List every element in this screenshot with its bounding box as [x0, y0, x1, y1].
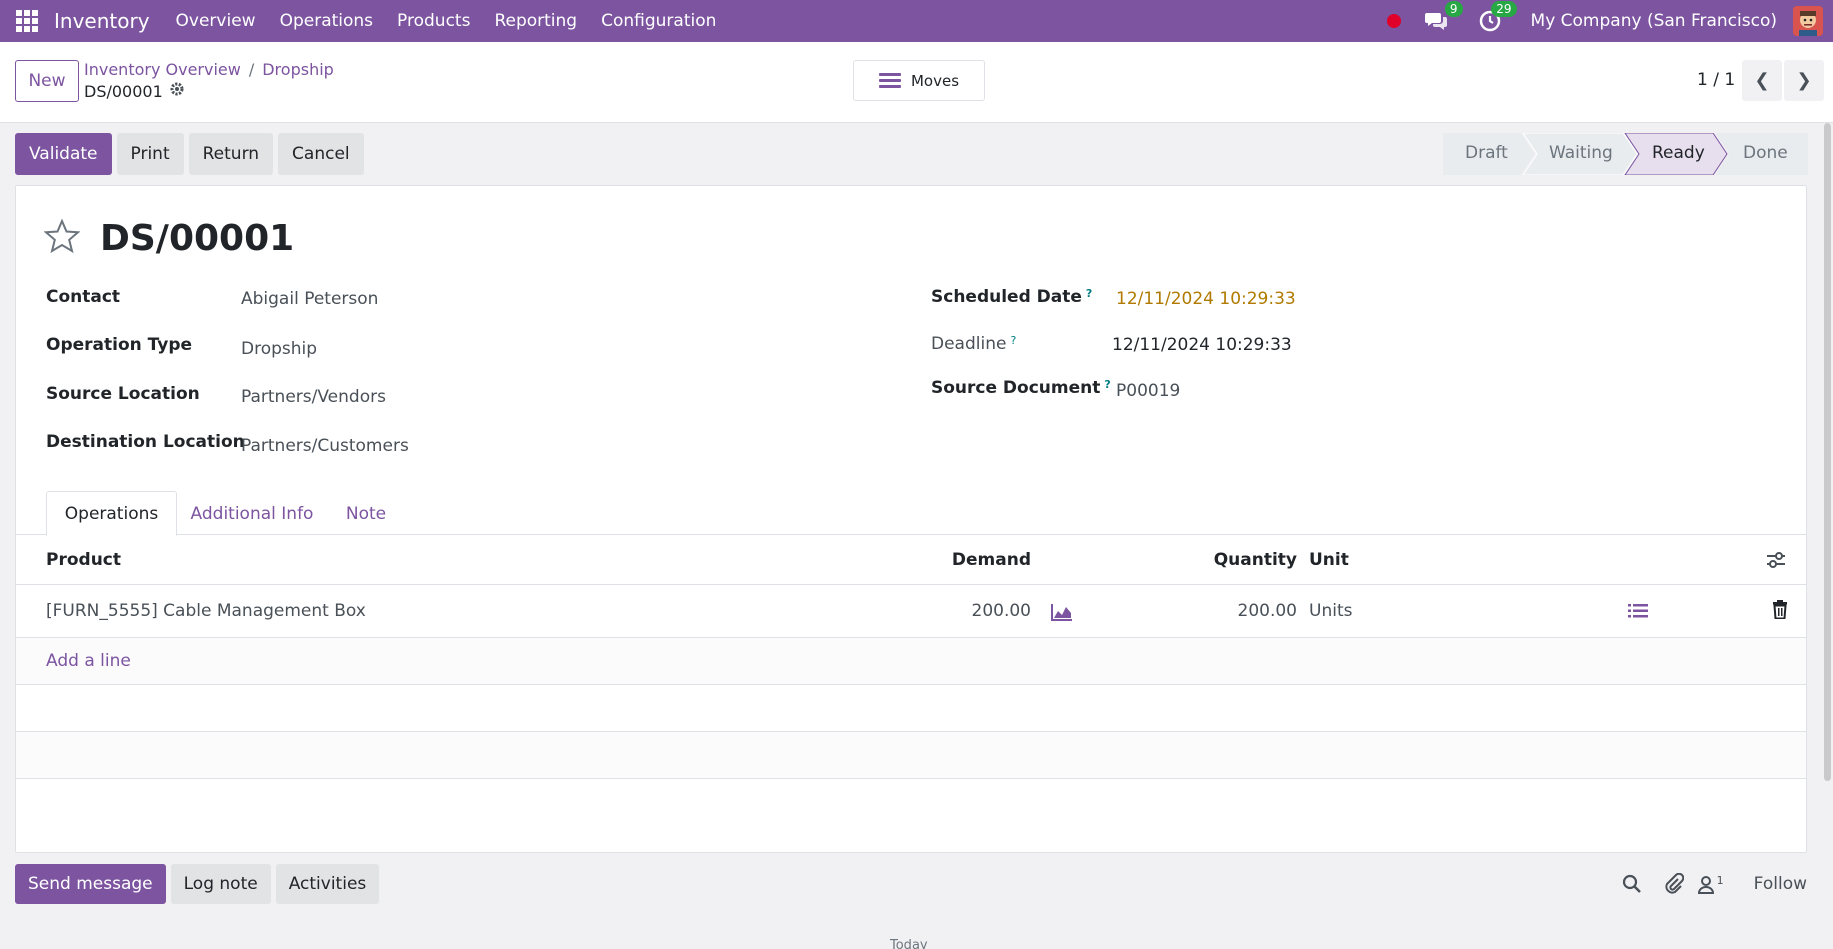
form-sheet: DS/00001 Contact Abigail Peterson Operat…: [15, 185, 1807, 853]
optional-columns-icon[interactable]: [1766, 551, 1786, 569]
scheduled-date-label: Scheduled Date?: [931, 287, 1093, 307]
operation-type-label: Operation Type: [46, 335, 193, 355]
column-quantity[interactable]: Quantity: [1214, 550, 1297, 570]
stage-draft-label: Draft: [1465, 143, 1508, 163]
search-icon[interactable]: [1622, 874, 1642, 894]
detailed-operations-icon[interactable]: [1628, 603, 1648, 619]
empty-row: [16, 732, 1806, 779]
source-location-label: Source Location: [46, 384, 200, 404]
send-message-button[interactable]: Send message: [15, 864, 166, 904]
app-brand[interactable]: Inventory: [54, 9, 150, 33]
deadline-field[interactable]: 12/11/2024 10:29:33: [1112, 335, 1292, 355]
list-icon: [878, 70, 901, 91]
table-header: Product Demand Quantity Unit: [16, 535, 1806, 585]
messages-badge: 9: [1444, 1, 1463, 17]
scrollbar[interactable]: [1824, 123, 1831, 781]
trash-icon[interactable]: [1772, 600, 1788, 619]
gear-icon[interactable]: [169, 81, 185, 101]
source-location-field[interactable]: Partners/Vendors: [241, 387, 386, 407]
breadcrumb-record-name: DS/00001: [84, 81, 163, 101]
column-unit[interactable]: Unit: [1309, 550, 1349, 570]
scheduled-date-field[interactable]: 12/11/2024 10:29:33: [1116, 289, 1296, 309]
chevron-left-icon: ❮: [1754, 70, 1770, 91]
star-icon[interactable]: [44, 219, 80, 253]
pager-previous-button[interactable]: ❮: [1742, 60, 1782, 101]
row-unit[interactable]: Units: [1309, 601, 1352, 621]
add-line-row: Add a line: [16, 638, 1806, 685]
notebook-tabs: Operations Additional Info Note: [16, 491, 1806, 536]
return-button[interactable]: Return: [188, 133, 274, 175]
chevron-right-icon: ❯: [1796, 70, 1812, 91]
breadcrumb-current: DS/00001: [84, 81, 185, 101]
stage-ready-label: Ready: [1652, 143, 1705, 163]
follow-button[interactable]: Follow: [1754, 874, 1807, 894]
contact-label: Contact: [46, 287, 121, 307]
company-switcher[interactable]: My Company (San Francisco): [1531, 11, 1777, 31]
tab-additional-info[interactable]: Additional Info: [182, 491, 322, 536]
user-avatar[interactable]: [1793, 6, 1823, 36]
breadcrumb-inventory-overview[interactable]: Inventory Overview: [84, 60, 241, 79]
column-demand[interactable]: Demand: [952, 550, 1031, 570]
chat-bubbles-icon: [1424, 13, 1447, 30]
control-panel: New Inventory Overview / Dropship DS/00001…: [0, 42, 1833, 123]
user-icon: [1697, 876, 1714, 894]
top-navbar: Inventory Overview Operations Products R…: [0, 0, 1833, 42]
paperclip-icon[interactable]: [1664, 873, 1684, 895]
menu-configuration[interactable]: Configuration: [601, 11, 716, 31]
recording-indicator-icon[interactable]: [1386, 14, 1401, 28]
header-buttons: Validate Print Return Cancel: [15, 133, 369, 175]
user-face-icon: [1793, 6, 1823, 36]
help-icon[interactable]: ?: [1086, 287, 1092, 300]
log-note-button[interactable]: Log note: [170, 864, 271, 904]
deadline-label: Deadline?: [931, 334, 1017, 354]
stage-done-label: Done: [1743, 143, 1788, 163]
activities-button[interactable]: Activities: [275, 864, 380, 904]
destination-location-label: Destination Location: [46, 432, 245, 452]
cancel-button[interactable]: Cancel: [278, 133, 364, 175]
menu-products[interactable]: Products: [397, 11, 470, 31]
row-quantity[interactable]: 200.00: [1238, 601, 1297, 621]
chatter-topbar-right: 1 Follow: [1622, 872, 1833, 896]
forecast-chart-icon[interactable]: [1051, 603, 1073, 621]
row-demand[interactable]: 200.00: [972, 601, 1031, 621]
source-document-label: Source Document?: [931, 378, 1111, 398]
messaging-button[interactable]: 9: [1423, 1, 1463, 34]
contact-field[interactable]: Abigail Peterson: [241, 289, 378, 309]
menu-operations[interactable]: Operations: [280, 11, 373, 31]
breadcrumb-dropship[interactable]: Dropship: [262, 60, 334, 79]
apps-menu-button[interactable]: [0, 0, 54, 42]
destination-location-field[interactable]: Partners/Customers: [241, 436, 409, 456]
tab-note[interactable]: Note: [328, 491, 404, 536]
tab-operations[interactable]: Operations: [46, 491, 177, 536]
empty-row: [16, 685, 1806, 732]
moves-smart-button[interactable]: Moves: [853, 60, 985, 101]
source-document-field[interactable]: P00019: [1116, 381, 1180, 401]
new-button[interactable]: New: [15, 60, 79, 102]
breadcrumb: Inventory Overview / Dropship: [84, 60, 334, 79]
date-separator: Today: [890, 938, 928, 949]
add-line-link[interactable]: Add a line: [46, 651, 131, 671]
pager-next-button[interactable]: ❯: [1784, 60, 1824, 101]
chatter-buttons: Send message Log note Activities: [15, 864, 384, 904]
menu-reporting[interactable]: Reporting: [494, 11, 577, 31]
table-row[interactable]: [FURN_5555] Cable Management Box 200.00 …: [16, 585, 1806, 638]
activities-button[interactable]: 29: [1477, 1, 1517, 34]
stage-waiting-label: Waiting: [1549, 143, 1613, 163]
help-icon[interactable]: ?: [1104, 378, 1110, 391]
record-title[interactable]: DS/00001: [100, 218, 294, 259]
followers-count: 1: [1716, 874, 1724, 887]
followers-button[interactable]: 1: [1697, 874, 1724, 894]
operation-type-field[interactable]: Dropship: [241, 339, 317, 359]
row-product[interactable]: [FURN_5555] Cable Management Box: [46, 601, 366, 621]
apps-grid-icon: [16, 10, 38, 32]
column-product[interactable]: Product: [46, 550, 121, 570]
menu-overview[interactable]: Overview: [176, 11, 256, 31]
activities-badge: 29: [1491, 1, 1517, 17]
breadcrumb-separator: /: [248, 60, 255, 79]
pager-value[interactable]: 1 / 1: [1697, 70, 1735, 90]
print-button[interactable]: Print: [116, 133, 184, 175]
help-icon[interactable]: ?: [1010, 334, 1016, 347]
validate-button[interactable]: Validate: [15, 133, 112, 175]
moves-label: Moves: [910, 71, 960, 90]
